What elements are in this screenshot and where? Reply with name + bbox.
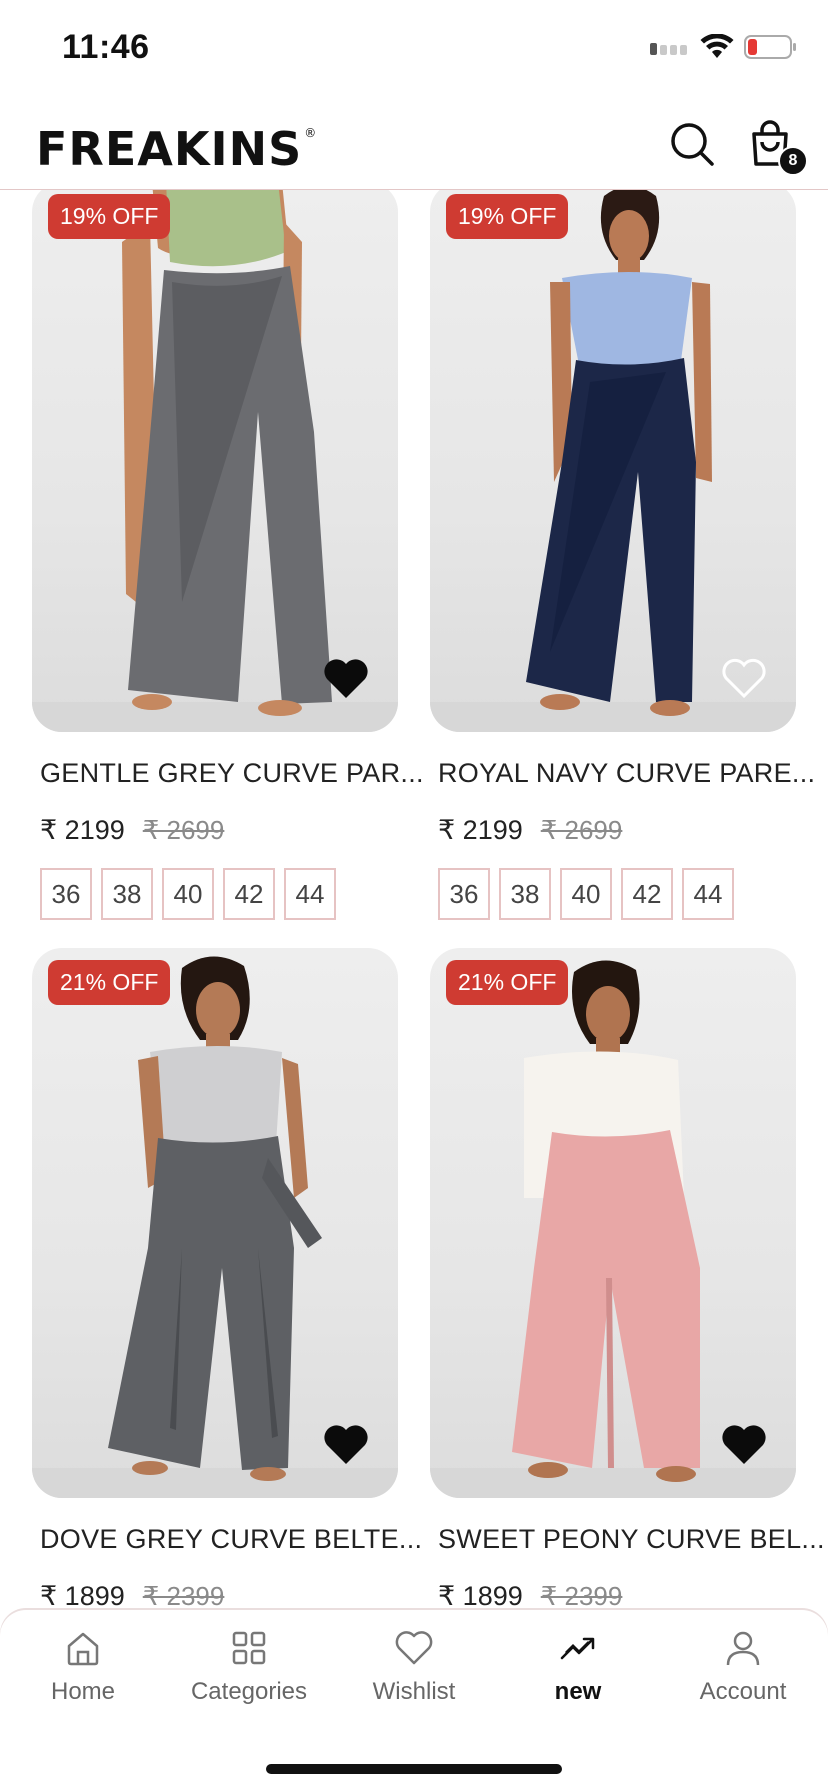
- price-row: ₹ 1899 ₹ 2399: [438, 1581, 796, 1610]
- nav-label: Home: [50, 1678, 116, 1705]
- product-image[interactable]: 19% OFF: [32, 190, 398, 732]
- nav-item-account[interactable]: Account: [668, 1628, 818, 1706]
- grid-icon: [232, 1631, 266, 1665]
- battery-icon: [744, 35, 796, 59]
- cart-count-badge: 8: [778, 146, 808, 176]
- product-image[interactable]: 19% OFF: [430, 190, 796, 732]
- product-photo: [430, 960, 796, 1498]
- cellular-signal-icon: [650, 43, 687, 55]
- original-price: ₹ 2399: [540, 1581, 623, 1610]
- nav-label: Categories: [190, 1678, 308, 1705]
- brand-logo[interactable]: FREAKINS ®: [36, 122, 318, 176]
- home-icon: [67, 1632, 99, 1666]
- discount-badge: 19% OFF: [446, 194, 569, 239]
- discount-badge: 19% OFF: [48, 194, 171, 239]
- heart-icon: [395, 1631, 433, 1665]
- wishlist-heart-outline-icon[interactable]: [720, 656, 768, 700]
- product-image[interactable]: 21% OFF: [430, 948, 796, 1498]
- size-option[interactable]: 38: [101, 868, 153, 920]
- nav-label: new: [554, 1678, 602, 1705]
- product-card[interactable]: 19% OFF ROYAL NAVY CURVE PARE... ₹ 2199 …: [430, 190, 815, 920]
- original-price: ₹ 2699: [142, 815, 225, 845]
- wishlist-heart-filled-icon[interactable]: [322, 656, 370, 700]
- wifi-icon: [700, 34, 734, 58]
- size-option[interactable]: 44: [284, 868, 336, 920]
- cart-button[interactable]: 8: [748, 120, 808, 176]
- product-name[interactable]: GENTLE GREY CURVE PAR...: [40, 758, 424, 789]
- product-name[interactable]: ROYAL NAVY CURVE PARE...: [438, 758, 815, 789]
- nav-label: Account: [699, 1678, 787, 1705]
- size-option[interactable]: 36: [40, 868, 92, 920]
- original-price: ₹ 2699: [540, 815, 623, 845]
- size-option[interactable]: 36: [438, 868, 490, 920]
- app-header: FREAKINS ® 8: [0, 100, 828, 190]
- wishlist-heart-filled-icon[interactable]: [322, 1422, 370, 1466]
- home-indicator: [266, 1764, 562, 1774]
- price-row: ₹ 2199 ₹ 2699: [40, 815, 398, 846]
- sale-price: ₹ 2199: [40, 815, 125, 845]
- size-option[interactable]: 42: [621, 868, 673, 920]
- nav-item-new[interactable]: new: [503, 1628, 653, 1706]
- sale-price: ₹ 2199: [438, 815, 523, 845]
- nav-item-categories[interactable]: Categories: [174, 1628, 324, 1706]
- discount-badge: 21% OFF: [446, 960, 569, 1005]
- discount-badge: 21% OFF: [48, 960, 171, 1005]
- product-photo: [430, 190, 796, 732]
- product-photo: [32, 190, 398, 732]
- search-button[interactable]: [668, 120, 716, 168]
- status-icons: [650, 34, 798, 60]
- price-row: ₹ 2199 ₹ 2699: [438, 815, 796, 846]
- product-name[interactable]: SWEET PEONY CURVE BEL...: [438, 1524, 825, 1555]
- product-card[interactable]: 21% OFF DOVE GREY CURVE BELTE... ₹ 1899 …: [32, 948, 422, 1610]
- wishlist-heart-filled-icon[interactable]: [720, 1422, 768, 1466]
- registered-mark: ®: [304, 126, 318, 140]
- nav-item-wishlist[interactable]: Wishlist: [339, 1628, 489, 1706]
- size-option[interactable]: 38: [499, 868, 551, 920]
- product-card[interactable]: 21% OFF SWEET PEONY CURVE BEL... ₹ 1899 …: [430, 948, 825, 1610]
- size-option[interactable]: 44: [682, 868, 734, 920]
- original-price: ₹ 2399: [142, 1581, 225, 1610]
- person-icon: [726, 1631, 760, 1666]
- product-photo: [32, 956, 398, 1498]
- trending-icon: [560, 1637, 595, 1660]
- product-card[interactable]: 19% OFF GENTLE GREY CURVE PAR... ₹ 2199 …: [32, 190, 424, 920]
- size-option[interactable]: 40: [162, 868, 214, 920]
- price-row: ₹ 1899 ₹ 2399: [40, 1581, 398, 1610]
- product-grid: 19% OFF GENTLE GREY CURVE PAR... ₹ 2199 …: [0, 190, 828, 1610]
- status-bar: 11:46: [0, 0, 828, 100]
- size-option[interactable]: 40: [560, 868, 612, 920]
- status-time: 11:46: [62, 28, 150, 66]
- product-image[interactable]: 21% OFF: [32, 948, 398, 1498]
- nav-item-home[interactable]: Home: [8, 1628, 158, 1706]
- product-name[interactable]: DOVE GREY CURVE BELTE...: [40, 1524, 422, 1555]
- size-option[interactable]: 42: [223, 868, 275, 920]
- size-options: 36 38 40 42 44: [438, 868, 796, 920]
- size-options: 36 38 40 42 44: [40, 868, 398, 920]
- logo-text: FREAKINS: [36, 122, 303, 176]
- nav-label: Wishlist: [372, 1678, 456, 1705]
- sale-price: ₹ 1899: [40, 1581, 125, 1610]
- search-icon: [671, 123, 714, 166]
- sale-price: ₹ 1899: [438, 1581, 523, 1610]
